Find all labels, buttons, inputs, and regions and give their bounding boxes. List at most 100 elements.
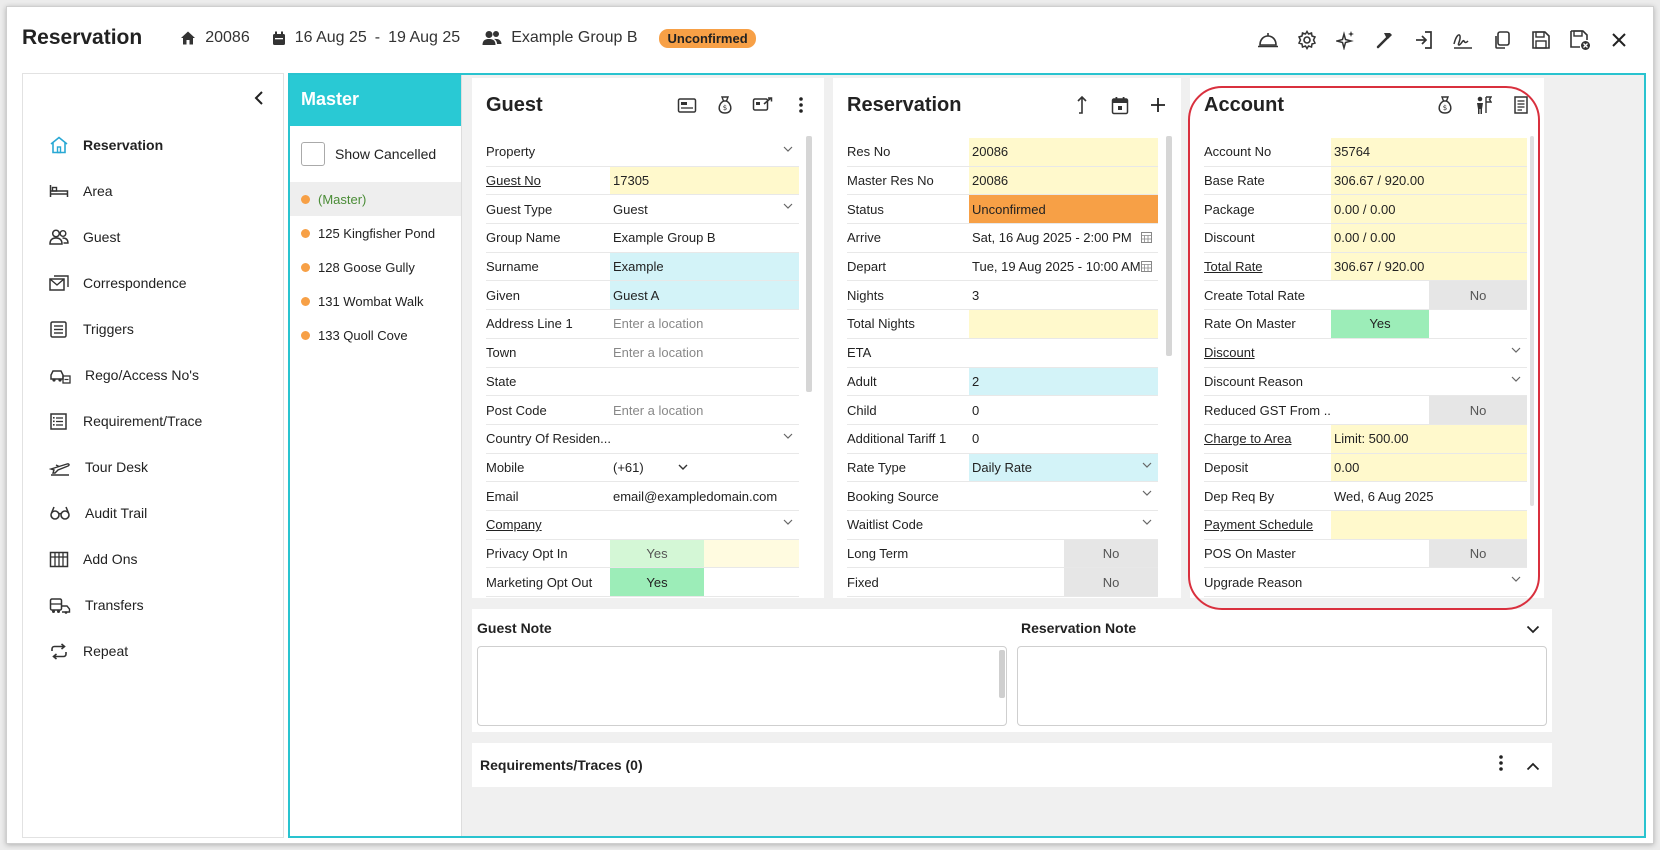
- guest-no-value[interactable]: 17305: [610, 166, 799, 195]
- total-rate-value[interactable]: 306.67 / 920.00: [1331, 252, 1527, 281]
- guest-no-link[interactable]: Guest No: [486, 173, 610, 188]
- privacy-opt-in-toggle[interactable]: Yes: [610, 539, 704, 568]
- pos-on-master-toggle[interactable]: No: [1429, 539, 1527, 568]
- master-list-item[interactable]: 125 Kingfisher Pond: [290, 216, 461, 250]
- res-no-value[interactable]: 20086: [969, 138, 1158, 166]
- guest-type-select[interactable]: Guest: [610, 195, 799, 223]
- adult-field[interactable]: 2: [969, 367, 1158, 396]
- reservation-scrollbar[interactable]: [1166, 136, 1172, 356]
- guest-transfer-button[interactable]: [750, 92, 776, 118]
- total-nights-value[interactable]: [969, 310, 1158, 338]
- charge-to-area-value[interactable]: Limit: 500.00: [1331, 424, 1527, 453]
- additional-tariff-field[interactable]: 0: [969, 425, 1158, 453]
- surname-field[interactable]: Example: [610, 252, 799, 281]
- group-name-value[interactable]: Example Group B: [610, 224, 799, 252]
- master-list-item[interactable]: (Master): [290, 182, 461, 216]
- country-code-select[interactable]: (+61): [613, 460, 644, 475]
- tools-button[interactable]: [1371, 26, 1399, 54]
- check-in-button[interactable]: [1410, 26, 1438, 54]
- nights-field[interactable]: 3: [969, 281, 1158, 309]
- sidebar-item-triggers[interactable]: Triggers: [23, 306, 283, 352]
- sidebar-item-repeat[interactable]: Repeat: [23, 628, 283, 674]
- magic-button[interactable]: [1332, 26, 1360, 54]
- reservation-add-button[interactable]: [1145, 92, 1171, 118]
- fixed-toggle[interactable]: No: [1064, 568, 1158, 596]
- master-res-no-value[interactable]: 20086: [969, 166, 1158, 195]
- depart-field[interactable]: Tue, 19 Aug 2025 - 10:00 AM: [969, 253, 1158, 281]
- town-field[interactable]: Enter a location: [610, 339, 799, 367]
- guest-scrollbar[interactable]: [806, 136, 812, 392]
- sidebar-item-add-ons[interactable]: Add Ons: [23, 536, 283, 582]
- property-select[interactable]: [610, 138, 799, 166]
- sidebar-item-rego[interactable]: Rego/Access No's: [23, 352, 283, 398]
- discount-link[interactable]: Discount: [1204, 345, 1331, 360]
- company-link[interactable]: Company: [486, 517, 610, 532]
- marketing-opt-out-toggle[interactable]: Yes: [610, 568, 704, 596]
- settings-button[interactable]: [1293, 26, 1321, 54]
- master-list-item[interactable]: 128 Goose Gully: [290, 250, 461, 284]
- requirements-more-button[interactable]: [1498, 754, 1504, 775]
- sidebar-item-reservation[interactable]: Reservation: [23, 122, 283, 168]
- arrive-field[interactable]: Sat, 16 Aug 2025 - 2:00 PM: [969, 224, 1158, 252]
- save-close-button[interactable]: [1566, 26, 1594, 54]
- eta-field[interactable]: [969, 339, 1158, 367]
- guest-note-scrollbar[interactable]: [999, 650, 1005, 698]
- status-field[interactable]: Unconfirmed: [969, 195, 1158, 224]
- discount-select[interactable]: [1331, 339, 1527, 367]
- waitlist-code-select[interactable]: [969, 511, 1158, 539]
- charge-to-area-link[interactable]: Charge to Area: [1204, 431, 1331, 446]
- address-field[interactable]: Enter a location: [610, 310, 799, 338]
- account-scrollbar[interactable]: [1530, 136, 1534, 506]
- reservation-calendar-button[interactable]: [1107, 92, 1133, 118]
- post-code-field[interactable]: Enter a location: [610, 396, 799, 424]
- dep-req-by-field[interactable]: Wed, 6 Aug 2025: [1331, 482, 1527, 510]
- copy-button[interactable]: [1488, 26, 1516, 54]
- sidebar-item-audit-trail[interactable]: Audit Trail: [23, 490, 283, 536]
- base-rate-value[interactable]: 306.67 / 920.00: [1331, 166, 1527, 195]
- account-no-value[interactable]: 35764: [1331, 138, 1527, 166]
- upgrade-reason-select[interactable]: [1331, 568, 1527, 596]
- payment-schedule-link[interactable]: Payment Schedule: [1204, 517, 1331, 532]
- create-total-rate-toggle[interactable]: No: [1429, 281, 1527, 310]
- show-cancelled-checkbox[interactable]: [301, 142, 325, 166]
- reservation-note-input[interactable]: [1017, 646, 1547, 726]
- total-rate-link[interactable]: Total Rate: [1204, 259, 1331, 274]
- deposit-value[interactable]: 0.00: [1331, 453, 1527, 482]
- bell-button[interactable]: [1254, 26, 1282, 54]
- sign-button[interactable]: [1449, 26, 1477, 54]
- given-field[interactable]: Guest A: [610, 281, 799, 310]
- collapse-sidebar-button[interactable]: [253, 90, 265, 109]
- sidebar-item-requirement[interactable]: Requirement/Trace: [23, 398, 283, 444]
- close-button[interactable]: [1605, 26, 1633, 54]
- country-select[interactable]: [610, 425, 799, 453]
- save-button[interactable]: [1527, 26, 1555, 54]
- requirements-collapse-button[interactable]: [1526, 759, 1540, 774]
- payment-schedule-value[interactable]: [1331, 510, 1527, 539]
- notes-collapse-button[interactable]: [1526, 622, 1540, 637]
- discount-amount-value[interactable]: 0.00 / 0.00: [1331, 224, 1527, 252]
- sidebar-item-area[interactable]: Area: [23, 168, 283, 214]
- email-field[interactable]: email@exampledomain.com: [610, 482, 799, 510]
- reservation-upload-button[interactable]: [1069, 92, 1095, 118]
- rate-on-master-toggle[interactable]: Yes: [1331, 310, 1429, 338]
- booking-source-select[interactable]: [969, 482, 1158, 510]
- sidebar-item-guest[interactable]: Guest: [23, 214, 283, 260]
- sidebar-item-correspondence[interactable]: Correspondence: [23, 260, 283, 306]
- state-field[interactable]: [610, 368, 799, 396]
- long-term-toggle[interactable]: No: [1064, 539, 1158, 568]
- reduced-gst-toggle[interactable]: No: [1429, 396, 1527, 424]
- show-cancelled-toggle[interactable]: Show Cancelled: [290, 126, 461, 182]
- guest-card-button[interactable]: [674, 92, 700, 118]
- guest-more-button[interactable]: [788, 92, 814, 118]
- master-list-item[interactable]: 131 Wombat Walk: [290, 284, 461, 318]
- sidebar-item-transfers[interactable]: Transfers: [23, 582, 283, 628]
- package-value[interactable]: 0.00 / 0.00: [1331, 195, 1527, 224]
- master-list-item[interactable]: 133 Quoll Cove: [290, 318, 461, 352]
- account-money-button[interactable]: $: [1432, 92, 1458, 118]
- discount-reason-select[interactable]: [1331, 368, 1527, 396]
- account-receipt-button[interactable]: [1508, 92, 1534, 118]
- child-field[interactable]: 0: [969, 396, 1158, 424]
- guest-note-input[interactable]: [477, 646, 1007, 726]
- rate-type-select[interactable]: Daily Rate: [969, 453, 1158, 482]
- account-person-button[interactable]: [1470, 92, 1496, 118]
